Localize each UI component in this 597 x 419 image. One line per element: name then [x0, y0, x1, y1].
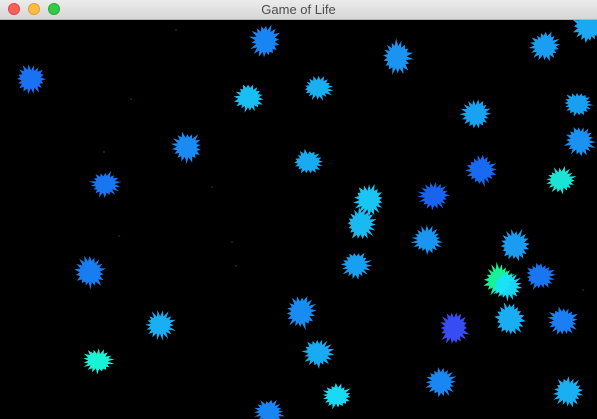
organism: [563, 127, 596, 157]
organism: [547, 306, 578, 335]
window-title: Game of Life: [261, 2, 336, 17]
speck: [103, 151, 105, 153]
organism: [301, 339, 335, 369]
organism: [170, 131, 201, 164]
app-window: Game of Life: [0, 0, 597, 419]
title-bar[interactable]: Game of Life: [0, 0, 597, 20]
organism: [249, 24, 281, 58]
organism: [286, 296, 317, 331]
speck: [231, 241, 233, 243]
speck: [118, 235, 120, 237]
organism: [383, 38, 414, 75]
organism: [254, 399, 285, 419]
organism: [233, 84, 264, 113]
organism: [465, 154, 497, 187]
organism: [353, 183, 383, 218]
organism: [494, 302, 526, 335]
speck: [211, 186, 213, 188]
organism: [340, 252, 373, 280]
organism: [304, 75, 334, 101]
organism: [83, 348, 115, 375]
organism: [145, 310, 176, 341]
organism: [294, 148, 323, 174]
organism: [552, 376, 584, 408]
organism: [425, 367, 457, 398]
organism: [572, 20, 597, 44]
life-board: [17, 20, 597, 419]
organism: [88, 170, 122, 198]
organism: [17, 64, 47, 95]
organism: [440, 312, 470, 344]
organism: [526, 262, 557, 290]
game-canvas[interactable]: [0, 20, 597, 419]
organism: [564, 92, 594, 117]
speck: [175, 29, 177, 31]
organism: [417, 181, 450, 211]
organism: [322, 383, 351, 410]
speck: [130, 98, 132, 100]
organism: [528, 31, 560, 62]
speck: [235, 265, 237, 267]
organism: [459, 99, 492, 129]
speck: [582, 289, 584, 291]
organism: [74, 255, 106, 290]
organism: [410, 225, 443, 256]
organism: [546, 165, 577, 195]
organism: [500, 228, 530, 262]
